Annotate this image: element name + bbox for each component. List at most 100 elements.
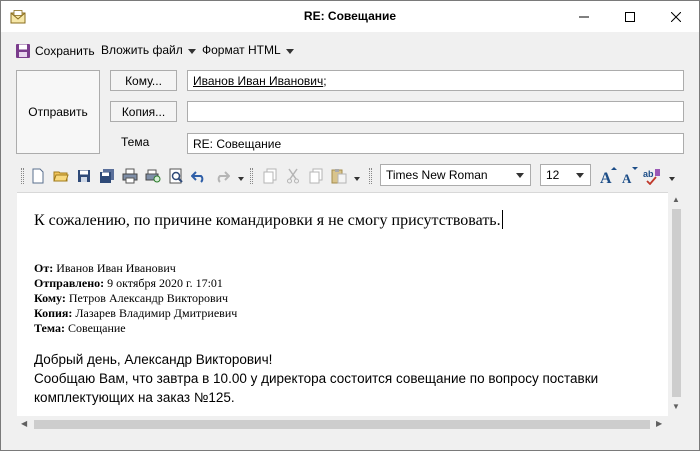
quoted-sent-value: 9 октября 2020 г. 17:01 [107, 276, 223, 290]
attach-file-menu[interactable]: Вложить файл [101, 43, 196, 57]
shrink-font-icon: A [622, 167, 638, 186]
chevron-down-icon [187, 48, 196, 54]
quoted-message: Добрый день, Александр Викторович! Сообщ… [34, 350, 634, 407]
spellcheck-button[interactable]: ab [643, 167, 661, 189]
horizontal-scroll-thumb[interactable] [34, 420, 650, 429]
svg-text:A: A [622, 171, 632, 185]
cc-field[interactable] [187, 101, 684, 122]
quoted-cc-value: Лазарев Владимир Дмитриевич [75, 306, 238, 320]
quoted-from-label: От: [34, 261, 54, 275]
quoted-subject-value: Совещание [67, 321, 126, 335]
quoted-from-line: От: Иванов Иван Иванович [34, 261, 237, 276]
svg-text:ab: ab [643, 169, 654, 179]
to-field[interactable]: Иванов Иван Иванович; [187, 70, 684, 91]
open-button[interactable] [52, 167, 70, 185]
vertical-scrollbar[interactable]: ▲ ▼ [668, 192, 685, 416]
scroll-up-icon[interactable]: ▲ [672, 196, 680, 204]
command-bar: Сохранить Вложить файл Формат HTML [1, 39, 699, 63]
redo-button[interactable] [213, 167, 231, 185]
subject-label: Тема [121, 135, 150, 149]
print-icon [122, 168, 138, 184]
title-bar: RE: Совещание [1, 1, 699, 32]
font-size-select[interactable]: 12 [540, 164, 591, 186]
quoted-to-label: Кому: [34, 291, 66, 305]
quoted-message-text: Сообщаю Вам, что завтра в 10.00 у директ… [34, 371, 599, 405]
save-menu-item[interactable]: Сохранить [15, 43, 95, 59]
quoted-sent-line: Отправлено: 9 октября 2020 г. 17:01 [34, 276, 237, 291]
shrink-font-button[interactable]: A [621, 167, 639, 189]
quoted-to-value: Петров Александр Викторович [68, 291, 229, 305]
grow-font-button[interactable]: A [599, 167, 617, 190]
to-separator: ; [323, 74, 327, 88]
scroll-left-icon[interactable]: ◀ [21, 420, 27, 428]
quoted-greeting: Добрый день, Александр Викторович! [34, 352, 273, 367]
toolbar-overflow-icon[interactable] [238, 177, 244, 181]
vertical-scroll-thumb[interactable] [672, 209, 681, 397]
reply-text-content: К сожалению, по причине командировки я н… [34, 212, 501, 229]
quoted-subject-line: Тема: Совещание [34, 321, 237, 336]
grow-font-icon: A [600, 167, 617, 187]
save-all-icon [100, 169, 114, 183]
paste-button[interactable] [330, 167, 348, 185]
format-menu[interactable]: Формат HTML [202, 43, 294, 57]
undo-button[interactable] [190, 167, 208, 185]
chevron-down-icon [576, 173, 584, 178]
scrollbar-corner [668, 416, 685, 433]
font-family-value: Times New Roman [386, 168, 488, 182]
email-compose-window: RE: Совещание Сохранить Вложить файл Фор… [0, 0, 700, 451]
quoted-sent-label: Отправлено: [34, 276, 105, 290]
copy-icon [309, 168, 323, 184]
cut-button[interactable] [284, 167, 302, 185]
subject-field[interactable]: RE: Совещание [187, 133, 684, 154]
quoted-from-value: Иванов Иван Иванович [56, 261, 176, 275]
save-all-button[interactable] [98, 167, 116, 185]
undo-icon [191, 171, 204, 183]
maximize-button[interactable] [607, 1, 653, 32]
copy-format-button[interactable] [261, 167, 279, 185]
copy-button[interactable] [307, 167, 325, 185]
font-family-select[interactable]: Times New Roman [380, 164, 531, 186]
to-button[interactable]: Кому... [110, 70, 177, 91]
to-recipient[interactable]: Иванов Иван Иванович [193, 74, 323, 88]
new-document-icon [32, 168, 44, 184]
print-preview-button[interactable] [144, 167, 162, 185]
save-label: Сохранить [35, 44, 95, 58]
quoted-subject-label: Тема: [34, 321, 65, 335]
chevron-down-icon [285, 48, 294, 54]
scroll-right-icon[interactable]: ▶ [656, 420, 662, 428]
horizontal-scrollbar[interactable]: ◀ ▶ [17, 416, 668, 433]
minimize-icon [579, 16, 589, 17]
toolbar-grip [21, 168, 24, 184]
minimize-button[interactable] [561, 1, 607, 32]
quoted-header: От: Иванов Иван Иванович Отправлено: 9 о… [34, 261, 237, 336]
format-label: Формат HTML [202, 43, 281, 57]
message-body-editor[interactable]: К сожалению, по причине командировки я н… [17, 192, 668, 416]
close-icon [671, 11, 681, 22]
open-folder-icon [53, 171, 69, 182]
paste-icon [331, 169, 347, 184]
save-toolbar-button[interactable] [75, 167, 93, 185]
print-preview-icon [145, 169, 161, 183]
scroll-down-icon[interactable]: ▼ [672, 403, 680, 411]
save-disk-icon [78, 170, 90, 182]
format-toolbar [1, 163, 699, 189]
new-document-button[interactable] [29, 167, 47, 185]
attach-file-label: Вложить файл [101, 43, 183, 57]
text-cursor [501, 210, 503, 229]
preview-button[interactable] [167, 167, 185, 185]
print-button[interactable] [121, 167, 139, 185]
close-button[interactable] [653, 1, 699, 32]
quoted-to-line: Кому: Петров Александр Викторович [34, 291, 237, 306]
chevron-down-icon [516, 173, 524, 178]
cut-icon [287, 168, 299, 184]
cc-button[interactable]: Копия... [110, 101, 177, 122]
preview-icon [169, 168, 183, 184]
toolbar-grip [250, 168, 253, 184]
quoted-cc-label: Копия: [34, 306, 73, 320]
font-size-value: 12 [546, 168, 560, 182]
toolbar-overflow-icon[interactable] [669, 177, 675, 181]
toolbar-overflow-icon[interactable] [354, 177, 360, 181]
spellcheck-icon: ab [643, 169, 660, 186]
send-button[interactable]: Отправить [16, 70, 100, 154]
svg-text:A: A [600, 170, 612, 185]
